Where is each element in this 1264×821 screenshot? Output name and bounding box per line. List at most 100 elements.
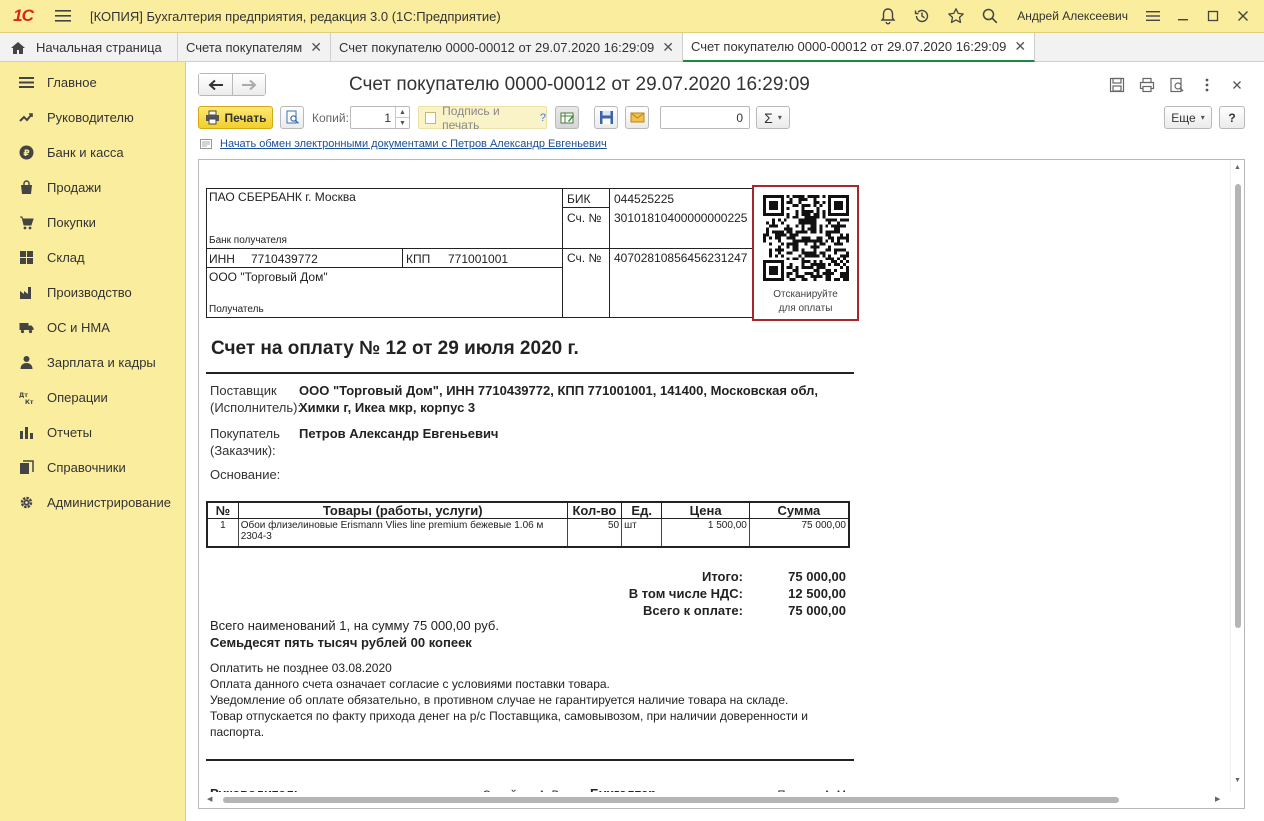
sidebar-item-director[interactable]: Руководителю [0, 100, 185, 135]
copies-input[interactable] [351, 107, 395, 128]
warehouse-icon [18, 250, 34, 266]
ruble-icon: ₽ [18, 145, 34, 161]
edoc-exchange-link[interactable]: Начать обмен электронными документами с … [200, 138, 607, 150]
close-tab-icon[interactable]: ✕ [310, 39, 322, 56]
bank-details-table: ПАО СБЕРБАНК г. Москва Банк получателя Б… [206, 188, 755, 318]
favorites-button[interactable] [939, 0, 973, 33]
more-button[interactable]: Еще ▾ [1164, 106, 1212, 129]
send-email-button[interactable] [625, 106, 649, 129]
invoice-title: Счет на оплату № 12 от 29 июля 2020 г. [211, 338, 579, 359]
more-actions-button[interactable] [1192, 74, 1222, 96]
tab-invoice-form[interactable]: Счет покупателю 0000-00012 от 29.07.2020… [331, 33, 684, 62]
save-document-button[interactable] [1102, 74, 1132, 96]
chevron-down-icon: ▾ [1200, 113, 1205, 122]
print-preview-button[interactable] [280, 106, 304, 129]
bell-icon [880, 8, 896, 25]
tabs-bar: Начальная страница Счета покупателям ✕ С… [0, 33, 1264, 62]
sidebar-item-production[interactable]: Производство [0, 275, 185, 310]
corr-account-label: Сч. № [567, 211, 602, 225]
close-form-button[interactable] [1222, 74, 1252, 96]
envelope-icon [630, 112, 644, 123]
payment-qr-code: Отсканируйте для оплаты [752, 185, 859, 321]
sidebar-item-operations[interactable]: Дт Кт Операции [0, 380, 185, 415]
svg-text:Кт: Кт [25, 399, 34, 405]
sidebar-item-reports[interactable]: Отчеты [0, 415, 185, 450]
main-panel: Счет покупателю 0000-00012 от 29.07.2020… [186, 62, 1264, 821]
increment-icon[interactable]: ▲ [396, 107, 409, 117]
main-menu-button[interactable] [46, 0, 80, 33]
more-button-label: Еще [1171, 110, 1196, 125]
basis-label: Основание: [210, 467, 281, 482]
star-icon [948, 8, 965, 24]
sidebar: Главное Руководителю ₽ Банк и касса Прод… [0, 62, 186, 821]
horizontal-scroll-thumb[interactable] [223, 797, 1119, 803]
print-button[interactable]: Печать [198, 106, 273, 129]
sign-and-stamp-checkbox[interactable]: Подпись и печать ? [418, 104, 547, 132]
back-button[interactable] [199, 74, 232, 95]
cell-goods: Обои флизелиновые Erismann Vlies line pr… [237, 518, 568, 547]
search-button[interactable] [973, 0, 1007, 33]
tab-invoices-list[interactable]: Счета покупателям ✕ [178, 33, 331, 62]
sigma-icon: Σ [764, 109, 773, 126]
total-value: 75 000,00 [788, 569, 846, 584]
help-button[interactable]: ? [1219, 106, 1245, 129]
sidebar-item-administration[interactable]: Администрирование [0, 485, 185, 520]
supplier-value: ООО "Торговый Дом", ИНН 7710439772, КПП … [299, 383, 819, 415]
app-logo[interactable]: 1С [0, 0, 46, 33]
history-button[interactable] [905, 0, 939, 33]
scroll-left-icon[interactable]: ◀ [207, 795, 212, 803]
sidebar-item-warehouse[interactable]: Склад [0, 240, 185, 275]
sidebar-item-payroll[interactable]: Зарплата и кадры [0, 345, 185, 380]
selected-sum-field[interactable] [660, 106, 750, 129]
sidebar-item-label: Банк и касса [47, 145, 124, 160]
sidebar-item-sales[interactable]: Продажи [0, 170, 185, 205]
tab-label: Счет покупателю 0000-00012 от 29.07.2020… [691, 39, 1007, 54]
scroll-down-icon[interactable]: ▼ [1234, 777, 1241, 784]
tab-invoice-print[interactable]: Счет покупателю 0000-00012 от 29.07.2020… [683, 33, 1036, 62]
save-button[interactable] [594, 106, 618, 129]
help-icon[interactable]: ? [540, 112, 546, 124]
minimize-button[interactable] [1168, 0, 1198, 33]
close-tab-icon[interactable]: ✕ [662, 39, 674, 56]
settings-menu-button[interactable] [1138, 0, 1168, 33]
scroll-up-icon[interactable]: ▲ [1234, 164, 1241, 171]
vat-label: В том числе НДС: [628, 586, 743, 601]
total-label: Итого: [702, 569, 743, 584]
edit-mode-button[interactable] [555, 106, 579, 129]
tab-home[interactable]: Начальная страница [0, 33, 178, 62]
sidebar-item-label: Руководителю [47, 110, 134, 125]
preview-button[interactable] [1162, 74, 1192, 96]
vertical-scroll-thumb[interactable] [1235, 184, 1241, 628]
hamburger-icon [1146, 11, 1160, 21]
scroll-right-icon[interactable]: ▶ [1215, 795, 1220, 803]
col-header-unit: Ед. [621, 501, 663, 519]
decrement-icon[interactable]: ▼ [396, 117, 409, 128]
tab-label: Счет покупателю 0000-00012 от 29.07.2020… [338, 40, 655, 55]
sidebar-item-purchases[interactable]: Покупки [0, 205, 185, 240]
notifications-button[interactable] [871, 0, 905, 33]
maximize-button[interactable] [1198, 0, 1228, 33]
corr-account-value: 30101810400000000225 [614, 211, 748, 225]
amount-in-words: Семьдесят пять тысяч рублей 00 копеек [210, 635, 472, 650]
sidebar-item-directories[interactable]: Справочники [0, 450, 185, 485]
dt-kt-icon: Дт Кт [18, 390, 34, 406]
forward-button[interactable] [232, 74, 265, 95]
sum-mode-button[interactable]: Σ ▾ [756, 106, 790, 129]
vertical-scrollbar[interactable]: ▲ ▼ [1230, 160, 1244, 792]
horizontal-scrollbar[interactable]: ◀ ▶ [199, 792, 1232, 808]
close-window-button[interactable] [1228, 0, 1258, 33]
sidebar-item-bank[interactable]: ₽ Банк и касса [0, 135, 185, 170]
hamburger-icon [55, 10, 71, 22]
print-document-button[interactable] [1132, 74, 1162, 96]
sidebar-item-assets[interactable]: ОС и НМА [0, 310, 185, 345]
edit-table-icon [560, 112, 574, 124]
printer-icon [205, 110, 219, 125]
sidebar-item-main[interactable]: Главное [0, 65, 185, 100]
user-name[interactable]: Андрей Алексеевич [1007, 9, 1138, 23]
spreadsheet-document[interactable]: ПАО СБЕРБАНК г. Москва Банк получателя Б… [198, 159, 1245, 809]
history-icon [915, 9, 929, 23]
sidebar-item-label: Покупки [47, 215, 96, 230]
factory-icon [18, 285, 34, 301]
close-tab-icon[interactable]: ✕ [1014, 38, 1026, 55]
account-value: 40702810856456231247 [614, 251, 748, 265]
